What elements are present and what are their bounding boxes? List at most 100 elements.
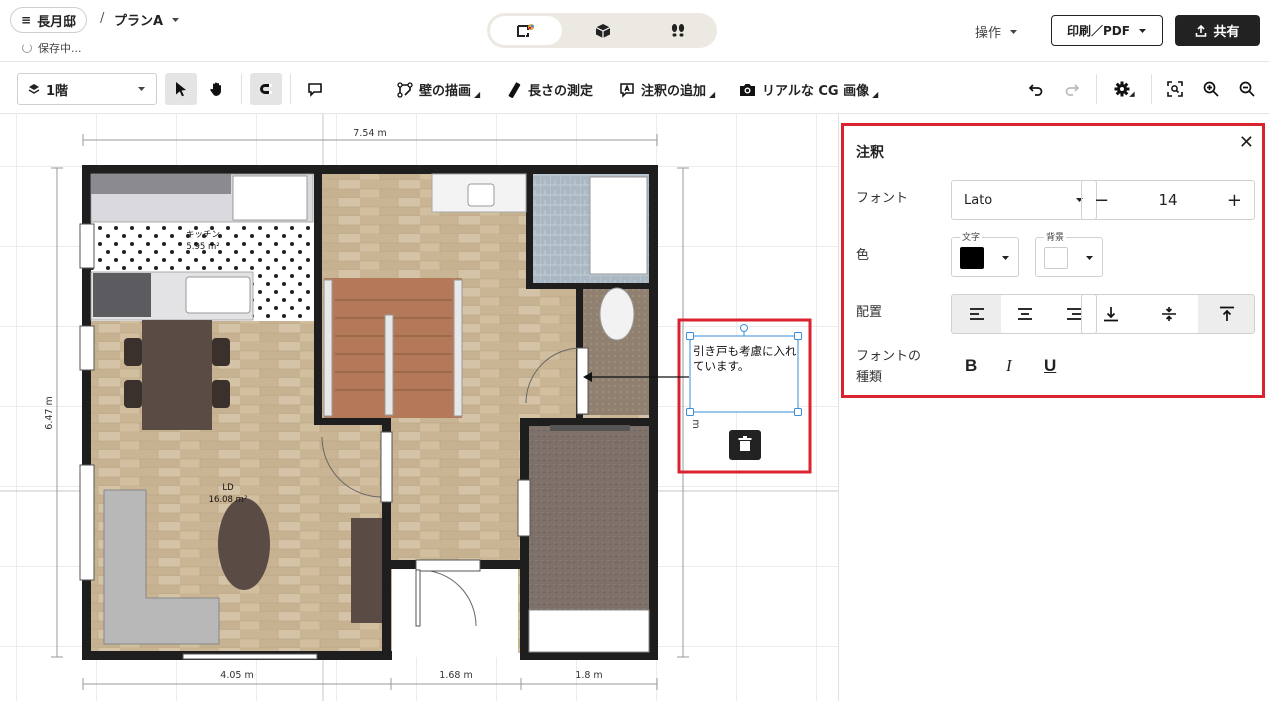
wall-draw-icon bbox=[397, 81, 413, 98]
dimension-bottom-1: 4.05 m bbox=[220, 670, 253, 681]
text-color-picker[interactable]: 文字 bbox=[951, 230, 1019, 277]
window bbox=[79, 223, 95, 269]
ruler-icon bbox=[508, 81, 521, 98]
font-select[interactable]: Lato bbox=[951, 180, 1097, 220]
comment-icon bbox=[308, 83, 322, 97]
annotation-text[interactable]: 引き戸も考慮に入れています。 bbox=[693, 344, 797, 374]
print-pdf-button[interactable]: 印刷／PDF bbox=[1051, 15, 1163, 46]
closet-rail bbox=[550, 425, 630, 431]
background-color-picker[interactable]: 背景 bbox=[1035, 230, 1103, 277]
window bbox=[79, 464, 95, 581]
footprints-icon bbox=[671, 23, 685, 37]
bed-footboard bbox=[528, 609, 650, 653]
annotation-text-container: 引き戸も考慮に入れています。 bbox=[693, 344, 797, 374]
close-icon[interactable]: ✕ bbox=[1239, 132, 1254, 153]
print-pdf-label: 印刷／PDF bbox=[1067, 24, 1130, 38]
add-annotation-tool[interactable]: 注釈の追加 ◢ bbox=[619, 80, 715, 99]
hand-icon bbox=[210, 82, 221, 96]
font-size-stepper: − 14 + bbox=[1081, 180, 1255, 220]
magnet-snap-button[interactable] bbox=[250, 73, 282, 105]
view-2d-button[interactable] bbox=[490, 16, 562, 45]
save-status-text: 保存中... bbox=[38, 42, 82, 55]
chevron-down-icon bbox=[172, 17, 180, 22]
underline-button[interactable]: U bbox=[1044, 356, 1056, 376]
door-leaf bbox=[415, 559, 481, 572]
menu-icon: ≡ bbox=[21, 13, 32, 27]
operations-menu[interactable]: 操作 bbox=[975, 22, 1018, 41]
bg-color-swatch bbox=[1044, 247, 1068, 269]
pan-tool-button[interactable] bbox=[201, 73, 233, 105]
door-leaf bbox=[380, 431, 393, 503]
font-style-label-line2: 種類 bbox=[856, 370, 883, 385]
comment-button[interactable] bbox=[299, 73, 331, 105]
undo-button[interactable] bbox=[1020, 73, 1052, 105]
chevron-down-icon bbox=[1086, 256, 1093, 260]
sink bbox=[185, 276, 251, 314]
ld-name: LD bbox=[222, 483, 234, 493]
cg-image-tool[interactable]: リアルな CG 画像 ◢ bbox=[739, 80, 878, 99]
zoom-out-button[interactable] bbox=[1231, 73, 1263, 105]
floorplan-drawing[interactable]: キッチン 5.95 m² LD 16.08 m² 7.54 m 6.47 m 4… bbox=[0, 114, 838, 701]
fit-view-button[interactable] bbox=[1159, 73, 1191, 105]
measure-tool[interactable]: 長さの測定 bbox=[506, 80, 593, 99]
top-header: ≡ 長月邸 / プランA 保存中... 操作 印刷／PDF 共有 bbox=[0, 0, 1269, 62]
select-tool-button[interactable] bbox=[165, 73, 197, 105]
panel-title: 注釈 bbox=[856, 145, 884, 161]
floor-selector[interactable]: 1階 bbox=[17, 73, 157, 105]
vertical-align-group bbox=[1081, 294, 1255, 334]
toilet bbox=[599, 287, 635, 341]
align-right-icon bbox=[1066, 308, 1081, 320]
project-name: 長月邸 bbox=[37, 14, 77, 30]
text-color-caption: 文字 bbox=[960, 230, 983, 243]
walkthrough-button[interactable] bbox=[642, 16, 714, 45]
redo-icon bbox=[1065, 84, 1080, 96]
submenu-corner-icon: ◢ bbox=[709, 90, 716, 99]
increase-size-button[interactable]: + bbox=[1227, 190, 1242, 211]
kitchen-name: キッチン bbox=[186, 230, 220, 240]
align-middle-button[interactable] bbox=[1140, 295, 1198, 333]
breadcrumb-separator: / bbox=[100, 11, 105, 26]
align-middle-icon bbox=[1162, 307, 1176, 321]
floor-label: 1階 bbox=[46, 83, 69, 99]
panel-divider bbox=[838, 114, 839, 701]
italic-button[interactable]: I bbox=[1006, 356, 1012, 376]
font-label: フォント bbox=[856, 191, 909, 206]
undo-icon bbox=[1028, 84, 1043, 96]
chevron-down-icon bbox=[1138, 28, 1146, 33]
bold-button[interactable]: B bbox=[965, 356, 977, 376]
view-3d-button[interactable] bbox=[567, 16, 639, 45]
share-label: 共有 bbox=[1213, 25, 1240, 40]
align-bottom-button[interactable] bbox=[1082, 295, 1140, 333]
save-status: 保存中... bbox=[22, 40, 82, 56]
align-top-button[interactable] bbox=[1198, 295, 1254, 333]
sliding-window bbox=[182, 653, 318, 660]
align-left-button[interactable] bbox=[952, 295, 1001, 333]
zoom-in-button[interactable] bbox=[1195, 73, 1227, 105]
font-style-label: フォントの 種類 bbox=[856, 346, 921, 388]
door-leaf bbox=[517, 479, 531, 537]
align-bottom-icon bbox=[1104, 307, 1118, 322]
align-center-icon bbox=[1018, 308, 1032, 320]
range-hood bbox=[91, 174, 231, 194]
font-style-label-line1: フォントの bbox=[856, 349, 922, 364]
floorplan-canvas[interactable]: キッチン 5.95 m² LD 16.08 m² 7.54 m 6.47 m 4… bbox=[0, 114, 838, 701]
plan-selector[interactable]: プランA bbox=[114, 10, 180, 29]
view-mode-switch bbox=[487, 13, 717, 48]
camera-icon bbox=[740, 84, 755, 96]
align-top-icon bbox=[1220, 306, 1234, 321]
project-menu-button[interactable]: ≡ 長月邸 bbox=[10, 7, 88, 33]
zoom-out-icon bbox=[1239, 81, 1255, 97]
align-center-button[interactable] bbox=[1001, 295, 1049, 333]
entrance-gap bbox=[392, 565, 518, 657]
color-label: 色 bbox=[856, 248, 870, 263]
coffee-table bbox=[218, 498, 270, 590]
share-button[interactable]: 共有 bbox=[1175, 15, 1260, 46]
redo-button[interactable] bbox=[1056, 73, 1088, 105]
plan-name: プランA bbox=[114, 14, 164, 29]
ld-area: 16.08 m² bbox=[209, 495, 248, 505]
draw-walls-tool[interactable]: 壁の描画 ◢ bbox=[397, 80, 480, 99]
settings-button[interactable]: ◢ bbox=[1108, 73, 1140, 105]
annotation-settings-panel: 注釈 ✕ フォント Lato − 14 + 色 文字 背景 配置 フォントの 種… bbox=[841, 123, 1265, 398]
bathtub bbox=[589, 176, 648, 275]
chevron-down-icon bbox=[1010, 29, 1018, 34]
